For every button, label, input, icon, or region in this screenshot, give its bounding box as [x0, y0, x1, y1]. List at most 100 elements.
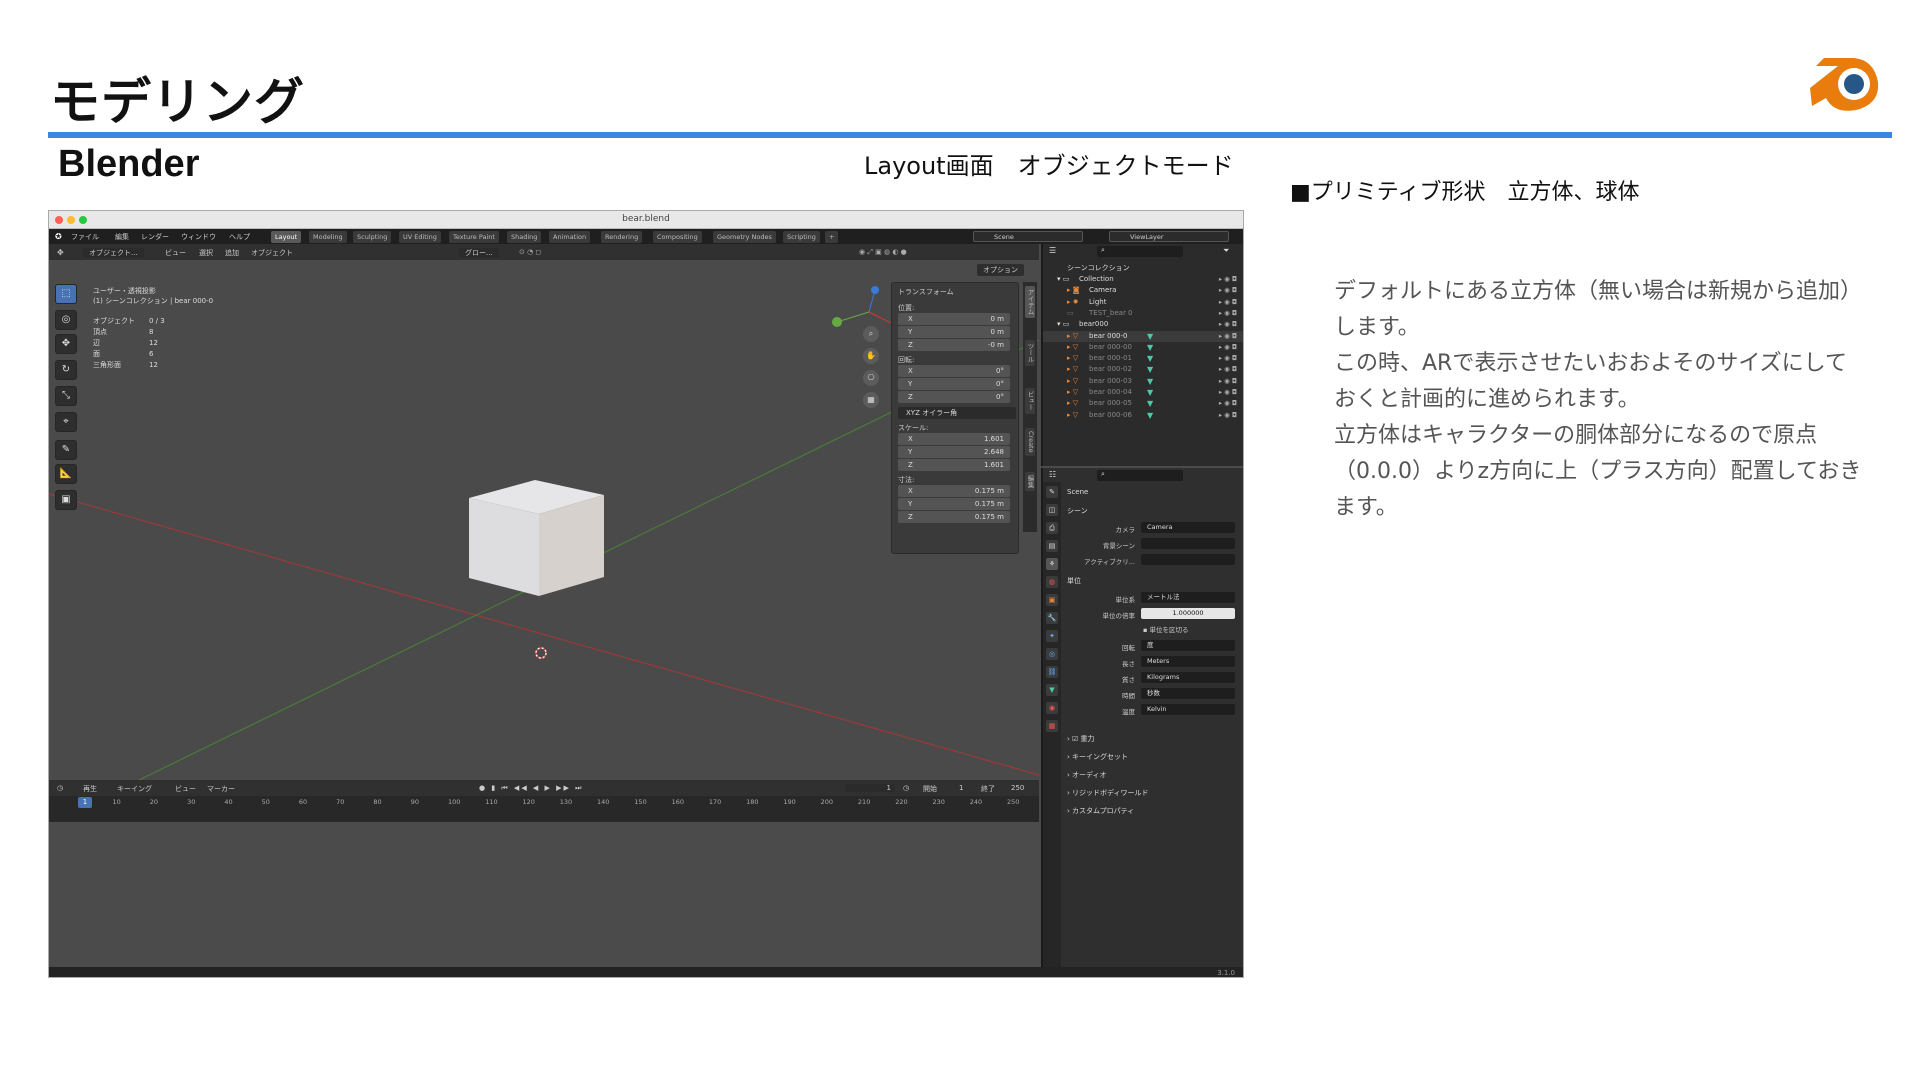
mesh-data-icon[interactable]: ▼	[1147, 377, 1153, 386]
keying-sets-section[interactable]: › キーイングセット	[1067, 752, 1128, 762]
dimension-x-field[interactable]: X 0.175 m	[898, 485, 1010, 497]
mesh-data-icon[interactable]: ▼	[1147, 343, 1153, 352]
outliner-row[interactable]: ▾ ▭ Collection ▸◉◘	[1043, 274, 1243, 285]
tool-tab-icon[interactable]: ✎	[1046, 486, 1058, 498]
outliner-row[interactable]: ▸ ▽ bear 000-0 ▼ ▸◉◘	[1043, 330, 1243, 342]
viewlayer-selector[interactable]: ViewLayer	[1109, 231, 1229, 242]
unit-scale-field[interactable]: 1.000000	[1141, 608, 1235, 619]
annotate-tool-icon[interactable]: ✎	[55, 440, 77, 460]
timeline-ruler[interactable]: 1 10 20 30 40 50 60 70 80 90 100 110 120 130 140 150 160…	[49, 796, 1039, 822]
blender-menu-icon[interactable]: ✪	[55, 232, 62, 241]
options-button[interactable]: オプション	[977, 264, 1024, 276]
tab-animation[interactable]: Animation	[549, 231, 591, 243]
units-section[interactable]: 単位	[1067, 576, 1081, 586]
mesh-data-icon[interactable]: ▼	[1147, 399, 1153, 408]
mesh-data-icon[interactable]: ▼	[1147, 332, 1153, 341]
time-unit-dropdown[interactable]: 秒数	[1141, 688, 1235, 699]
outliner-search-input[interactable]: ⌕	[1097, 246, 1183, 257]
end-frame-field[interactable]: 250	[1011, 784, 1024, 792]
perspective-toggle-icon[interactable]: ▦	[863, 392, 879, 408]
transform-tool-icon[interactable]: ⌖	[55, 412, 77, 432]
timeline-keying-menu[interactable]: キーイング	[117, 784, 152, 794]
rotation-x-field[interactable]: X 0°	[898, 365, 1010, 377]
tab-edit[interactable]: 編集	[1025, 472, 1035, 491]
tab-compositing[interactable]: Compositing	[653, 231, 702, 243]
menu-window[interactable]: ウィンドウ	[181, 232, 216, 242]
output-tab-icon[interactable]: ⎙	[1046, 522, 1058, 534]
menu-help[interactable]: ヘルプ	[229, 232, 250, 242]
mesh-data-icon[interactable]: ▼	[1147, 388, 1153, 397]
scale-y-field[interactable]: Y 2.648	[898, 446, 1010, 458]
data-tab-icon[interactable]: ▼	[1046, 684, 1058, 696]
location-y-field[interactable]: Y0 m	[898, 326, 1010, 338]
constraints-tab-icon[interactable]: ⛓	[1046, 666, 1058, 678]
temperature-unit-dropdown[interactable]: Kelvin	[1141, 704, 1235, 715]
visibility-toggles-icon[interactable]: ▸◉◘	[1219, 354, 1239, 362]
background-scene-field[interactable]	[1141, 538, 1235, 549]
gravity-section[interactable]: › ☑ 重力	[1067, 734, 1095, 744]
outliner-row[interactable]: ▾ ▭ bear000 ▸◉◘	[1043, 319, 1243, 330]
outliner-row[interactable]: ▭ TEST_bear 0 ▸◉◘	[1043, 308, 1243, 319]
particles-tab-icon[interactable]: ✦	[1046, 630, 1058, 642]
dimension-z-field[interactable]: Z 0.175 m	[898, 511, 1010, 523]
tab-view[interactable]: ビュー	[1025, 388, 1035, 414]
tab-scripting[interactable]: Scripting	[783, 231, 820, 243]
separate-units-checkbox[interactable]: ▪ 単位を区切る	[1143, 624, 1188, 634]
visibility-toggles-icon[interactable]: ▸◉◘	[1219, 343, 1239, 351]
menu-file[interactable]: ファイル	[71, 232, 99, 242]
rotation-unit-dropdown[interactable]: 度	[1141, 640, 1235, 651]
viewport-menu-object[interactable]: オブジェクト	[251, 248, 293, 258]
scene-selector[interactable]: Scene	[973, 231, 1083, 242]
visibility-toggles-icon[interactable]: ▸◉◘	[1219, 377, 1239, 385]
properties-editor-icon[interactable]: ☷	[1049, 470, 1056, 479]
material-tab-icon[interactable]: ◉	[1046, 702, 1058, 714]
transform-orientation-selector[interactable]: グロー...	[459, 248, 499, 258]
unit-system-dropdown[interactable]: メートル法	[1141, 592, 1235, 603]
timeline-playback-menu[interactable]: 再生	[83, 784, 97, 794]
viewport-menu-select[interactable]: 選択	[199, 248, 213, 258]
current-frame-field[interactable]: 1	[845, 784, 895, 792]
visibility-toggles-icon[interactable]: ▸◉◘	[1219, 298, 1239, 306]
visibility-toggles-icon[interactable]: ▸◉◘	[1219, 320, 1239, 328]
tab-texture-paint[interactable]: Texture Paint	[449, 231, 499, 243]
outliner-row[interactable]: ▸ ▽ bear 000-06 ▼ ▸◉◘	[1043, 410, 1243, 421]
outliner-row[interactable]: ▸ ▽ bear 000-05 ▼ ▸◉◘	[1043, 398, 1243, 409]
mode-selector[interactable]: オブジェクト...	[83, 248, 144, 258]
timeline-marker-menu[interactable]: マーカー	[207, 784, 235, 794]
scene-tab-icon[interactable]: ⚘	[1046, 558, 1058, 570]
tab-layout[interactable]: Layout	[271, 231, 302, 243]
visibility-toggles-icon[interactable]: ▸◉◘	[1219, 286, 1239, 294]
zoom-icon[interactable]: ⌕	[863, 326, 879, 342]
tab-create[interactable]: Create	[1025, 428, 1035, 456]
viewport-menu-view[interactable]: ビュー	[165, 248, 186, 258]
start-frame-field[interactable]: 1	[959, 784, 963, 792]
tab-geometry-nodes[interactable]: Geometry Nodes	[713, 231, 776, 243]
outliner-root[interactable]: シーンコレクション	[1043, 262, 1243, 273]
texture-tab-icon[interactable]: ▦	[1046, 720, 1058, 732]
timeline-editor-icon[interactable]: ◷	[57, 784, 63, 792]
filter-icon[interactable]: ⏷	[1223, 246, 1229, 256]
length-unit-dropdown[interactable]: Meters	[1141, 656, 1235, 667]
rotate-tool-icon[interactable]: ↻	[55, 360, 77, 380]
dimension-y-field[interactable]: Y 0.175 m	[898, 498, 1010, 510]
modifier-tab-icon[interactable]: 🔧	[1046, 612, 1058, 624]
visibility-toggles-icon[interactable]: ▸◉◘	[1219, 365, 1239, 373]
scale-x-field[interactable]: X 1.601	[898, 433, 1010, 445]
tab-shading[interactable]: Shading	[507, 231, 542, 243]
rigid-body-world-section[interactable]: › リジッドボディワールド	[1067, 788, 1149, 798]
visibility-toggles-icon[interactable]: ▸◉◘	[1219, 411, 1239, 419]
menu-render[interactable]: レンダー	[141, 232, 169, 242]
3d-viewport[interactable]: ⬚ ◎ ✥ ↻ ⤡ ⌖ ✎ 📐 ▣ ユーザー・透視投影 (1) シーンコレクショ…	[49, 260, 1039, 780]
object-tab-icon[interactable]: ▣	[1046, 594, 1058, 606]
rotation-mode-dropdown[interactable]: XYZ オイラー角	[898, 407, 1016, 419]
world-tab-icon[interactable]: ◍	[1046, 576, 1058, 588]
visibility-toggles-icon[interactable]: ▸◉◘	[1219, 399, 1239, 407]
location-x-field[interactable]: X0 m	[898, 313, 1010, 325]
viewport-menu-add[interactable]: 追加	[225, 248, 239, 258]
view-layer-tab-icon[interactable]: ▤	[1046, 540, 1058, 552]
outliner-row[interactable]: ▸ ▽ bear 000-04 ▼ ▸◉◘	[1043, 387, 1243, 398]
properties-search-input[interactable]: ⌕	[1097, 470, 1183, 481]
snap-icon[interactable]: ⊙ ◔ ◻	[519, 248, 541, 256]
render-tab-icon[interactable]: ◫	[1046, 504, 1058, 516]
visibility-toggles-icon[interactable]: ▸◉◘	[1219, 388, 1239, 396]
